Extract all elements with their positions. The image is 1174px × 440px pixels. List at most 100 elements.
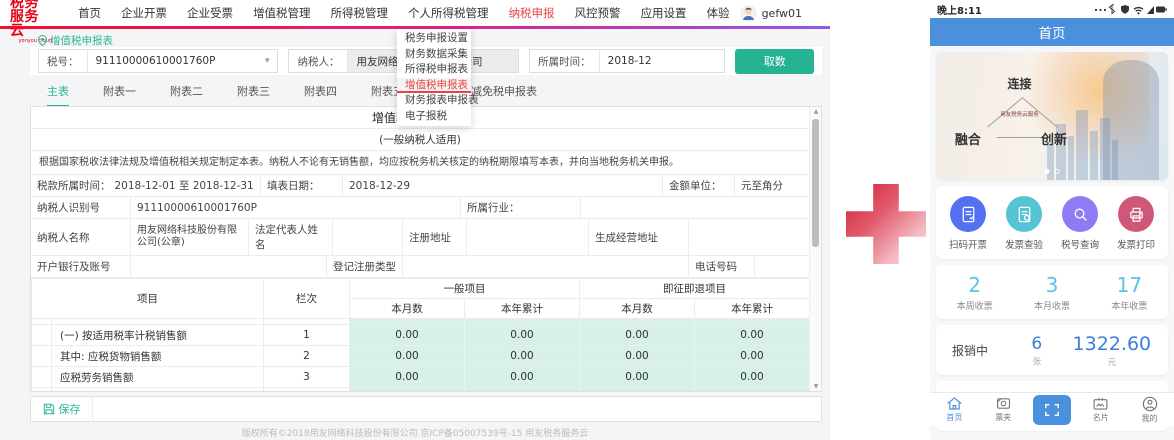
mobile-page-title: 首页	[1039, 22, 1066, 42]
tab-label: 票夹	[995, 412, 1011, 423]
tab-schedule-3[interactable]: 附表三	[237, 80, 270, 105]
stat-week[interactable]: 2 本周收票	[936, 273, 1013, 312]
value-cell[interactable]: 0.00	[465, 325, 580, 346]
phone-label: 电话号码	[689, 256, 755, 277]
tab-main-sheet[interactable]: 主表	[47, 80, 69, 107]
nav-item-settings[interactable]: 应用设置	[641, 5, 687, 21]
row-label: (一) 按适用税率计税销售额	[52, 325, 264, 346]
col-header-general: 一般项目	[350, 279, 580, 299]
dropdown-item-finance-data[interactable]: 财务数据采集	[397, 47, 471, 63]
value-cell[interactable]: 0.00	[350, 346, 465, 367]
dropdown-item-vat-return[interactable]: 增值税申报表	[397, 78, 471, 94]
scan-button[interactable]	[1033, 395, 1071, 425]
nav-item-vat[interactable]: 增值税管理	[253, 5, 311, 21]
tab-schedule-1[interactable]: 附表一	[103, 80, 136, 105]
nav-item-tax-filing[interactable]: 纳税申报	[509, 5, 555, 21]
value-cell[interactable]: 0.00	[350, 367, 465, 388]
dropdown-item-e-filing[interactable]: 电子报税	[397, 109, 471, 125]
tax-no-field: 税号： 91110000610001760P ▾	[38, 49, 278, 73]
action-tax-no-query[interactable]: 税号查询	[1052, 196, 1108, 251]
amount-value: 1322.60	[1066, 333, 1158, 355]
value-cell[interactable]: 0.00	[580, 325, 695, 346]
stat-year[interactable]: 17 本年收票	[1091, 273, 1168, 312]
stat-month[interactable]: 3 本月收票	[1013, 273, 1090, 312]
form-subtitle: (一般纳税人适用)	[31, 129, 809, 151]
tab-scan[interactable]	[1028, 395, 1077, 425]
row-label: 其中: 应税货物销售额	[52, 346, 264, 367]
tax-period-cell: 税款所属时间： 2018-12-01 至 2018-12-31	[31, 175, 261, 196]
action-invoice-check[interactable]: 发票查验	[996, 196, 1052, 251]
dropdown-item-filing-settings[interactable]: 税务申报设置	[397, 31, 471, 47]
mobile-title-bar: 首页	[930, 18, 1174, 46]
printer-icon	[1118, 196, 1154, 232]
username: gefw01	[762, 7, 802, 20]
scan-frame-icon	[1043, 402, 1061, 418]
value-cell[interactable]: 0.00	[695, 388, 810, 393]
action-scan-invoice[interactable]: 扫码开票	[940, 196, 996, 251]
value-cell[interactable]: 0.00	[580, 388, 695, 393]
banner-carousel[interactable]: 连接 用友税务云服务 融合 创新	[936, 52, 1168, 180]
nav-item-income-tax[interactable]: 所得税管理	[331, 5, 389, 21]
value-cell[interactable]: 0.00	[580, 367, 695, 388]
value-cell[interactable]: 0.00	[465, 388, 580, 393]
vertical-scrollbar[interactable]: ▲ ▼	[809, 107, 821, 391]
biz-addr-value	[689, 219, 809, 255]
nav-item-personal-tax[interactable]: 个人所得税管理	[408, 5, 489, 21]
battery-icon	[1156, 6, 1167, 12]
shield-icon	[1121, 5, 1129, 14]
row-label: 纳税检查调整的销售额	[52, 388, 264, 393]
tab-schedule-2[interactable]: 附表二	[170, 80, 203, 105]
nav-item-home[interactable]: 首页	[78, 5, 101, 21]
quick-actions-card: 扫码开票 发票查验 税号查询 发票打印	[936, 186, 1168, 259]
tab-schedule-4[interactable]: 附表四	[304, 80, 337, 105]
industry-label: 所属行业：	[461, 197, 581, 218]
period-input[interactable]: 2018-12	[600, 50, 725, 72]
carousel-dot-active[interactable]	[1045, 169, 1050, 174]
card-icon	[1092, 396, 1109, 411]
scroll-down-arrow-icon[interactable]: ▼	[810, 383, 822, 390]
tab-profile[interactable]: 我的	[1125, 396, 1174, 424]
value-cell[interactable]: 0.00	[350, 325, 465, 346]
scroll-up-arrow-icon[interactable]: ▲	[810, 108, 822, 115]
tab-invoice-wallet[interactable]: 票夹	[979, 396, 1028, 423]
reimbursing-amount: 1322.60 元	[1066, 333, 1158, 368]
vat-return-form-panel: 增值税纳税申报表 (一般纳税人适用) 根据国家税收法律法规及增值税相关规定制定本…	[30, 106, 822, 392]
location-pin-icon	[38, 35, 47, 46]
dropdown-item-income-tax-return[interactable]: 所得税申报表	[397, 62, 471, 78]
dropdown-item-financial-statements[interactable]: 财务报表申报表	[397, 93, 471, 109]
value-cell[interactable]: 0.00	[465, 367, 580, 388]
col-header-ytd-2: 本年累计	[695, 299, 810, 319]
carousel-dot[interactable]	[1055, 169, 1060, 174]
value-cell[interactable]: 0.00	[465, 346, 580, 367]
tab-label: 名片	[1093, 412, 1109, 423]
tax-no-select[interactable]: 91110000610001760P ▾	[88, 50, 278, 72]
nav-item-receiving[interactable]: 企业受票	[187, 5, 233, 21]
value-cell[interactable]: 0.00	[695, 346, 810, 367]
save-button[interactable]: 保存	[31, 397, 93, 421]
nav-item-risk-alert[interactable]: 风控预警	[575, 5, 621, 21]
banner-triangle-diagram: 连接 用友税务云服务 融合 创新	[952, 62, 1087, 170]
doc-search-icon	[1006, 196, 1042, 232]
vat-data-table: 项目 栏次 一般项目 即征即退项目 本月数 本年累计 本月数 本年累计 (一) …	[31, 278, 810, 392]
reimbursing-card[interactable]: 报销中 6 张 1322.60 元	[936, 325, 1168, 375]
nav-item-invoicing[interactable]: 企业开票	[121, 5, 167, 21]
table-row: 其中: 应税货物销售额 2 0.00 0.00 0.00 0.00	[32, 346, 810, 367]
search-icon	[1062, 196, 1098, 232]
nav-item-experience[interactable]: 体验	[707, 5, 730, 21]
user-account[interactable]: gefw01	[740, 5, 802, 22]
tab-business-card[interactable]: 名片	[1076, 396, 1125, 423]
tab-label: 我的	[1142, 413, 1158, 424]
tab-home[interactable]: 首页	[930, 396, 979, 423]
desktop-app-window: 用友税务服务云 yonyou cloud 首页 企业开票 企业受票 增值税管理 …	[0, 0, 830, 440]
value-cell[interactable]: 0.00	[580, 346, 695, 367]
count-value: 6	[1008, 334, 1066, 354]
tax-filing-dropdown-menu: 税务申报设置 财务数据采集 所得税申报表 增值税申报表 财务报表申报表 电子报税	[397, 29, 471, 126]
value-cell[interactable]: 0.00	[695, 367, 810, 388]
fetch-data-button[interactable]: 取数	[735, 49, 814, 74]
value-cell[interactable]: 0.00	[695, 325, 810, 346]
action-invoice-print[interactable]: 发票打印	[1108, 196, 1164, 251]
scrollbar-thumb[interactable]	[812, 119, 819, 247]
value-cell[interactable]: 0.00	[350, 388, 465, 393]
table-row: 纳税检查调整的销售额 4 0.00 0.00 0.00 0.00	[32, 388, 810, 393]
taxpayer-label: 纳税人：	[289, 50, 348, 72]
